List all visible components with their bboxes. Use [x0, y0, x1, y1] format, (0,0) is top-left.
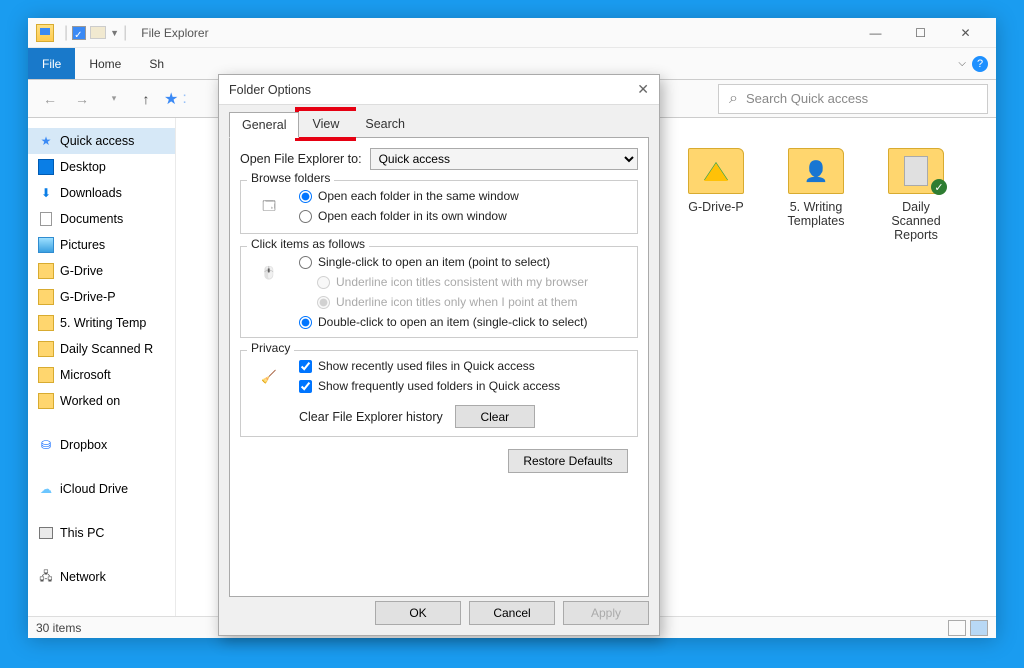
divider: |	[64, 24, 68, 42]
folder-options-dialog: Folder Options ✕ General View Search Ope…	[218, 74, 660, 636]
window-title: File Explorer	[141, 26, 208, 40]
item-count: 30 items	[36, 621, 81, 635]
help-icon[interactable]: ?	[972, 56, 988, 72]
sidebar-item-downloads[interactable]: ⬇Downloads	[28, 180, 175, 206]
tab-view[interactable]: View	[299, 111, 352, 137]
clear-button[interactable]: Clear	[455, 405, 535, 428]
maximize-button[interactable]: ☐	[898, 18, 943, 48]
folder-icon	[38, 263, 54, 279]
sidebar-item-microsoft[interactable]: Microsoft	[28, 362, 175, 388]
search-input[interactable]: ⌕ Search Quick access	[718, 84, 988, 114]
up-button[interactable]: ↑	[132, 84, 160, 114]
open-to-select[interactable]: Quick access	[370, 148, 638, 170]
dialog-close-button[interactable]: ✕	[637, 81, 649, 98]
network-icon: 🖧	[38, 569, 54, 585]
sidebar-item-desktop[interactable]: Desktop	[28, 154, 175, 180]
ribbon-collapse-icon[interactable]: ⌵	[958, 58, 966, 69]
desktop-icon	[38, 159, 54, 175]
sidebar-item-gdrive[interactable]: G-Drive	[28, 258, 175, 284]
dialog-body: Open File Explorer to: Quick access Brow…	[229, 137, 649, 597]
doc-folder-icon	[888, 148, 944, 194]
privacy-icon: 🧹	[249, 359, 289, 395]
qat-newfolder-icon[interactable]	[90, 26, 106, 39]
search-icon: ⌕	[729, 90, 738, 108]
dialog-titlebar: Folder Options ✕	[219, 75, 659, 105]
ok-button[interactable]: OK	[375, 601, 461, 625]
ribbon-share-tab[interactable]: Sh	[135, 48, 178, 79]
folder-icon	[38, 367, 54, 383]
close-button[interactable]: ✕	[943, 18, 988, 48]
cancel-button[interactable]: Cancel	[469, 601, 555, 625]
document-icon	[38, 211, 54, 227]
star-icon: ★	[38, 133, 54, 149]
quickaccess-star-icon[interactable]: ★	[164, 89, 178, 109]
minimize-button[interactable]: —	[853, 18, 898, 48]
cloud-icon: ☁	[38, 481, 54, 497]
sidebar-item-workedon[interactable]: Worked on	[28, 388, 175, 414]
quickaccess-star-icon: :	[182, 90, 186, 108]
folder-icon	[38, 315, 54, 331]
download-icon: ⬇	[38, 185, 54, 201]
radio-underline-browser: Underline icon titles consistent with my…	[317, 275, 629, 289]
clear-history-label: Clear File Explorer history	[299, 410, 443, 424]
folder-gdrivep[interactable]: G-Drive-P	[676, 148, 756, 242]
back-button[interactable]: ←	[36, 84, 64, 114]
navigation-pane: ★Quick access Desktop ⬇Downloads Documen…	[28, 118, 176, 616]
qat-caret-icon[interactable]: ▼	[110, 28, 119, 38]
radio-own-window[interactable]: Open each folder in its own window	[299, 209, 629, 223]
titlebar: | ▼ | File Explorer — ☐ ✕	[28, 18, 996, 48]
folder-templates[interactable]: 5. Writing Templates	[776, 148, 856, 242]
folder-icon	[38, 289, 54, 305]
divider: |	[123, 24, 127, 42]
check-recent-files[interactable]: Show recently used files in Quick access	[299, 359, 629, 373]
radio-single-click[interactable]: Single-click to open an item (point to s…	[299, 255, 629, 269]
sidebar-item-documents[interactable]: Documents	[28, 206, 175, 232]
icons-view-icon[interactable]	[970, 620, 988, 636]
sidebar-item-gdrivep[interactable]: G-Drive-P	[28, 284, 175, 310]
gdrive-folder-icon	[688, 148, 744, 194]
sidebar-item-thispc[interactable]: This PC	[28, 520, 175, 546]
history-caret-icon[interactable]: ▾	[100, 84, 128, 114]
click-items-legend: Click items as follows	[247, 237, 369, 251]
tab-general[interactable]: General	[229, 112, 299, 138]
sidebar-item-icloud[interactable]: ☁iCloud Drive	[28, 476, 175, 502]
sidebar-item-network[interactable]: 🖧Network	[28, 564, 175, 590]
search-placeholder: Search Quick access	[746, 91, 868, 106]
qat-properties-icon[interactable]	[72, 26, 86, 40]
browse-icon: 🗔	[249, 189, 289, 225]
person-folder-icon	[788, 148, 844, 194]
sidebar-item-templates[interactable]: 5. Writing Temp	[28, 310, 175, 336]
app-icon	[36, 24, 54, 42]
pictures-icon	[38, 237, 54, 253]
check-frequent-folders[interactable]: Show frequently used folders in Quick ac…	[299, 379, 629, 393]
dropbox-icon: ⛁	[38, 437, 54, 453]
quick-access-toolbar: | ▼	[64, 24, 119, 42]
tab-search[interactable]: Search	[352, 111, 418, 137]
sidebar-item-scanned[interactable]: Daily Scanned R	[28, 336, 175, 362]
click-icon: 🖱️	[249, 255, 289, 291]
browse-folders-legend: Browse folders	[247, 171, 334, 185]
privacy-legend: Privacy	[247, 341, 294, 355]
forward-button[interactable]: →	[68, 84, 96, 114]
radio-same-window[interactable]: Open each folder in the same window	[299, 189, 629, 203]
ribbon-home-tab[interactable]: Home	[75, 48, 135, 79]
file-explorer-window: | ▼ | File Explorer — ☐ ✕ File Home Sh ⌵…	[28, 18, 996, 638]
folder-icon	[38, 341, 54, 357]
radio-underline-hover: Underline icon titles only when I point …	[317, 295, 629, 309]
sidebar-item-pictures[interactable]: Pictures	[28, 232, 175, 258]
folder-icon	[38, 393, 54, 409]
ribbon-file-tab[interactable]: File	[28, 48, 75, 79]
radio-double-click[interactable]: Double-click to open an item (single-cli…	[299, 315, 629, 329]
pc-icon	[38, 525, 54, 541]
open-to-label: Open File Explorer to:	[240, 152, 362, 166]
folder-scanned[interactable]: Daily Scanned Reports	[876, 148, 956, 242]
sidebar-item-quickaccess[interactable]: ★Quick access	[28, 128, 175, 154]
sidebar-item-dropbox[interactable]: ⛁Dropbox	[28, 432, 175, 458]
dialog-title: Folder Options	[229, 83, 311, 97]
apply-button[interactable]: Apply	[563, 601, 649, 625]
restore-defaults-button[interactable]: Restore Defaults	[508, 449, 628, 473]
dialog-tabs: General View Search	[219, 105, 659, 137]
details-view-icon[interactable]	[948, 620, 966, 636]
